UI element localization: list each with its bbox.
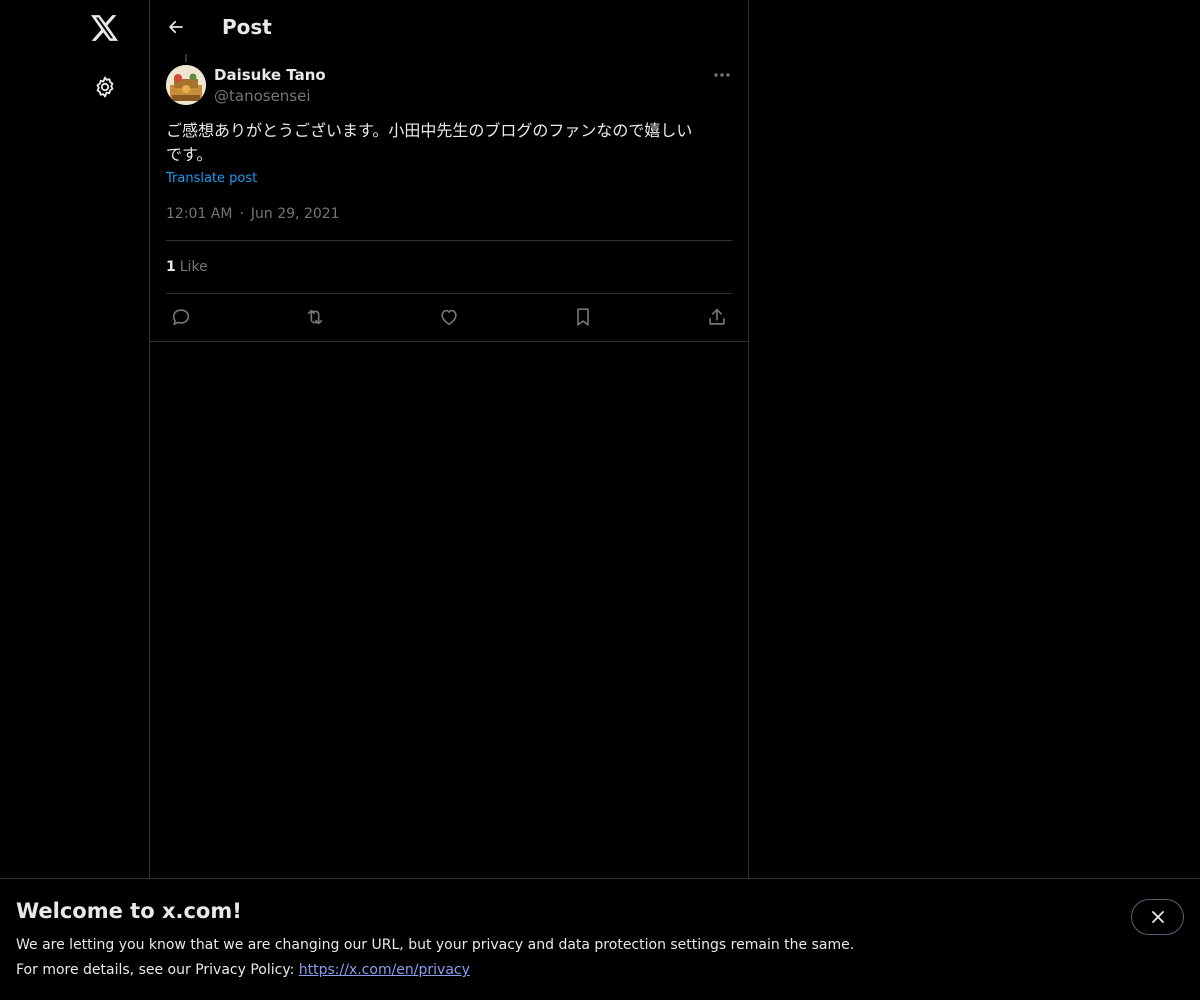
post-time[interactable]: 12:01 AM <box>166 204 232 224</box>
reply-icon[interactable] <box>166 302 196 332</box>
main-column: Post Daisuke Tano @tanosensei ご感想ありがとうござ… <box>150 0 749 878</box>
author-handle[interactable]: @tanosensei <box>214 86 311 106</box>
divider <box>150 341 748 342</box>
thread-connector-line <box>185 54 187 62</box>
banner-privacy-line: For more details, see our Privacy Policy… <box>16 960 470 980</box>
share-icon[interactable] <box>702 302 732 332</box>
page-header: Post <box>150 0 748 54</box>
banner-privacy-prefix: For more details, see our Privacy Policy… <box>16 962 299 978</box>
left-nav-rail <box>0 0 150 1000</box>
gear-icon[interactable] <box>85 67 125 107</box>
page-title: Post <box>222 15 272 39</box>
close-icon[interactable] <box>1131 899 1184 935</box>
meta-separator: · <box>239 206 244 222</box>
bookmark-icon[interactable] <box>568 302 598 332</box>
arrow-left-icon[interactable] <box>162 13 190 41</box>
more-options-icon[interactable] <box>708 64 736 86</box>
translate-post-link[interactable]: Translate post <box>166 170 257 188</box>
banner-message: We are letting you know that we are chan… <box>16 937 855 953</box>
x-logo-icon[interactable] <box>85 8 125 48</box>
divider <box>166 240 732 241</box>
author-display-name[interactable]: Daisuke Tano <box>214 65 326 85</box>
divider <box>166 293 732 294</box>
repost-icon[interactable] <box>300 302 330 332</box>
like-icon[interactable] <box>434 302 464 332</box>
post-timestamp[interactable]: 12:01 AM · Jun 29, 2021 <box>166 204 340 224</box>
like-count-stat[interactable]: 1 Like <box>166 257 208 277</box>
post-date[interactable]: Jun 29, 2021 <box>251 204 340 224</box>
post-actions-bar <box>166 302 732 332</box>
privacy-policy-link[interactable]: https://x.com/en/privacy <box>299 962 470 978</box>
avatar[interactable] <box>166 65 206 105</box>
post-text: ご感想ありがとうございます。小田中先生のブログのファンなので嬉しい です。 <box>166 121 693 164</box>
like-count: 1 <box>166 259 176 275</box>
banner-title: Welcome to x.com! <box>16 899 242 923</box>
like-label: Like <box>179 259 208 275</box>
